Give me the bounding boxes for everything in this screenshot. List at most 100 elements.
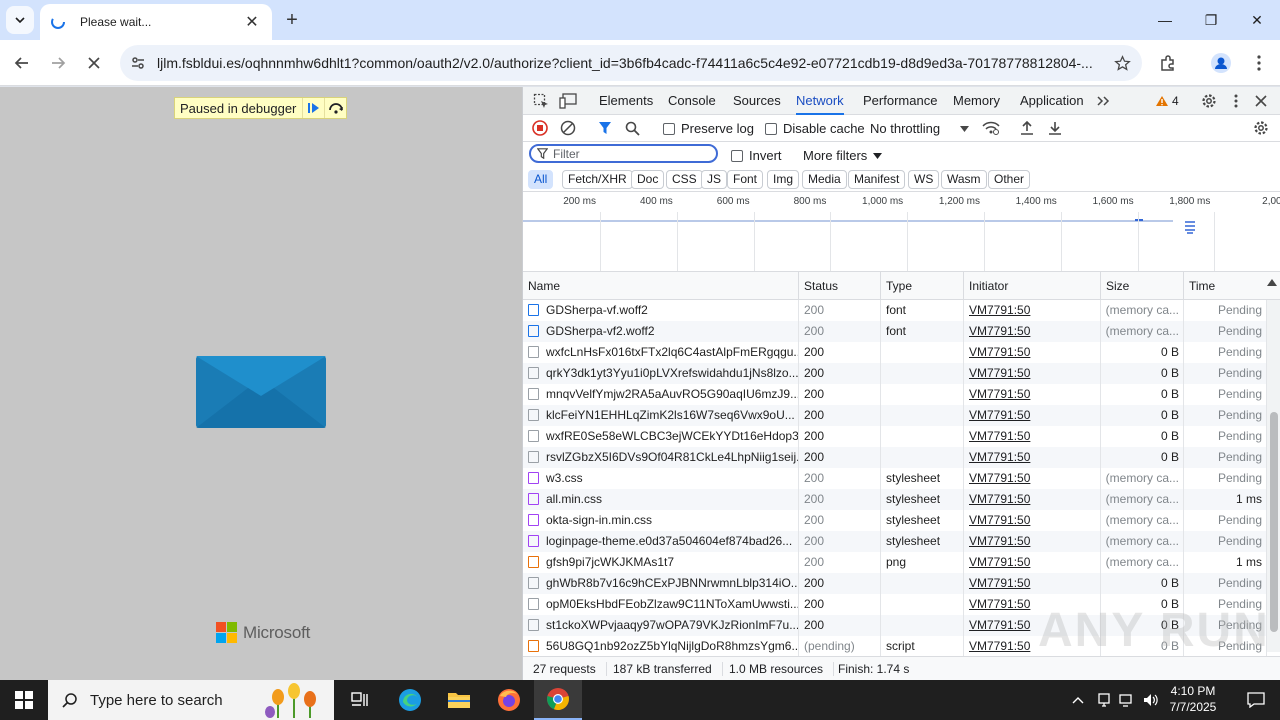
type-filter-doc[interactable]: Doc (631, 170, 665, 189)
type-filter-all[interactable]: All (528, 170, 554, 189)
type-filter-ws[interactable]: WS (908, 170, 940, 189)
cell-initiator-text[interactable]: VM7791:50 (969, 387, 1030, 401)
cell-initiator-text[interactable]: VM7791:50 (969, 618, 1030, 632)
cell-initiator-text[interactable]: VM7791:50 (969, 429, 1030, 443)
table-row[interactable]: qrkY3dk1yt3Yyu1i0pLVXrefswidahdu1jNs8lzo… (523, 363, 1267, 384)
table-row[interactable]: w3.css 200 stylesheet VM7791:50 (memory ca..… (523, 468, 1267, 489)
column-time[interactable]: Time (1184, 272, 1267, 300)
cell-initiator-text[interactable]: VM7791:50 (969, 597, 1030, 611)
cell-initiator[interactable]: VM7791:50 (964, 510, 1101, 531)
stop-recording-icon[interactable] (530, 118, 550, 138)
export-har-download-icon[interactable] (1045, 118, 1065, 138)
site-info-icon[interactable] (122, 55, 154, 71)
tab-search-button[interactable] (6, 6, 34, 34)
cell-initiator[interactable]: VM7791:50 (964, 573, 1101, 594)
type-filter-manifest[interactable]: Manifest (848, 170, 906, 189)
table-row[interactable]: ghWbR8b7v16c9hCExPJBNNrwmnLblp314iO... 20… (523, 573, 1267, 594)
minimize-button[interactable]: — (1142, 0, 1188, 40)
task-view-button[interactable] (336, 680, 384, 720)
filter-input[interactable]: Filter (529, 144, 718, 163)
network-conditions-wifi-icon[interactable] (981, 118, 1001, 138)
preserve-log-checkbox[interactable]: Preserve log (663, 121, 754, 136)
cell-initiator[interactable]: VM7791:50 (964, 342, 1101, 363)
cell-initiator[interactable]: VM7791:50 (964, 447, 1101, 468)
profile-button[interactable] (1207, 49, 1235, 77)
restore-button[interactable]: ❐ (1188, 0, 1234, 40)
cell-initiator-text[interactable]: VM7791:50 (969, 324, 1030, 338)
cell-initiator-text[interactable]: VM7791:50 (969, 492, 1030, 506)
table-row[interactable]: GDSherpa-vf2.woff2 200 font VM7791:50 (memor… (523, 321, 1267, 342)
cell-initiator-text[interactable]: VM7791:50 (969, 639, 1030, 653)
network-tray-icon[interactable] (1115, 680, 1139, 720)
scrollbar-thumb[interactable] (1270, 412, 1278, 632)
table-row[interactable]: mnqvVelfYmjw2RA5aAuvRO5G90aqIU6mzJ9... 20… (523, 384, 1267, 405)
cell-initiator-text[interactable]: VM7791:50 (969, 303, 1030, 317)
type-filter-font[interactable]: Font (727, 170, 764, 189)
disable-cache-checkbox[interactable]: Disable cache (765, 121, 865, 136)
start-button[interactable] (0, 680, 48, 720)
back-button[interactable] (8, 49, 36, 77)
tab-elements[interactable]: Elements (599, 87, 653, 115)
new-tab-button[interactable]: + (280, 8, 304, 32)
device-tray-icon[interactable] (1092, 680, 1116, 720)
invert-checkbox[interactable]: Invert (731, 148, 782, 163)
table-row[interactable]: klcFeiYN1EHHLqZimK2ls16W7seq6Vwx9oU... 20… (523, 405, 1267, 426)
type-filter-fetch-xhr[interactable]: Fetch/XHR (562, 170, 633, 189)
firefox-taskbar-button[interactable] (485, 680, 533, 720)
cell-initiator-text[interactable]: VM7791:50 (969, 513, 1030, 527)
cell-initiator-text[interactable]: VM7791:50 (969, 366, 1030, 380)
more-vertical-icon[interactable] (1226, 91, 1246, 111)
close-tab-icon[interactable]: ✕ (242, 12, 262, 32)
resume-button[interactable] (302, 98, 324, 118)
table-scrollbar[interactable] (1267, 300, 1280, 652)
close-devtools-icon[interactable] (1251, 91, 1271, 111)
file-explorer-taskbar-button[interactable] (435, 680, 483, 720)
column-initiator[interactable]: Initiator (964, 272, 1101, 300)
cell-initiator[interactable]: VM7791:50 (964, 300, 1101, 321)
bookmark-star-icon[interactable] (1102, 54, 1142, 72)
table-row[interactable]: loginpage-theme.e0d37a504604ef874bad26..… (523, 531, 1267, 552)
more-filters-dropdown[interactable]: More filters (803, 148, 883, 163)
type-filter-media[interactable]: Media (802, 170, 847, 189)
type-filter-css[interactable]: CSS (666, 170, 703, 189)
extensions-button[interactable] (1154, 49, 1182, 77)
address-bar[interactable]: ljlm.fsbldui.es/oqhnnmhw6dhlt1?common/oa… (120, 45, 1142, 81)
tab-sources[interactable]: Sources (733, 87, 781, 115)
type-filter-img[interactable]: Img (767, 170, 800, 189)
cell-initiator-text[interactable]: VM7791:50 (969, 408, 1030, 422)
inspect-element-icon[interactable] (531, 91, 551, 111)
network-overview-timeline[interactable]: 200 ms 400 ms 600 ms 800 ms 1,000 ms 1,200 ms… (523, 192, 1280, 272)
type-filter-wasm[interactable]: Wasm (941, 170, 987, 189)
filter-funnel-icon[interactable] (595, 118, 615, 138)
browser-tab[interactable]: Please wait... ✕ (40, 4, 272, 40)
cell-initiator-text[interactable]: VM7791:50 (969, 345, 1030, 359)
tab-network[interactable]: Network (796, 87, 844, 115)
table-row[interactable]: wxfRE0Se58eWLCBC3ejWCEkYYDt16eHdop3... 20… (523, 426, 1267, 447)
tab-performance[interactable]: Performance (863, 87, 937, 115)
cell-initiator[interactable]: VM7791:50 (964, 405, 1101, 426)
cell-initiator[interactable]: VM7791:50 (964, 321, 1101, 342)
settings-gear-icon[interactable] (1199, 91, 1219, 111)
tab-console[interactable]: Console (668, 87, 716, 115)
clear-log-icon[interactable] (558, 118, 578, 138)
type-filter-js[interactable]: JS (701, 170, 728, 189)
cell-initiator-text[interactable]: VM7791:50 (969, 450, 1030, 464)
cell-initiator[interactable]: VM7791:50 (964, 489, 1101, 510)
cell-initiator[interactable]: VM7791:50 (964, 531, 1101, 552)
notifications-button[interactable] (1232, 680, 1280, 720)
edge-taskbar-button[interactable] (386, 680, 434, 720)
cell-initiator-text[interactable]: VM7791:50 (969, 555, 1030, 569)
table-row[interactable]: okta-sign-in.min.css 200 stylesheet VM7791:… (523, 510, 1267, 531)
search-icon[interactable] (622, 118, 642, 138)
tab-application[interactable]: Application (1020, 87, 1084, 115)
network-settings-gear-icon[interactable] (1251, 118, 1271, 138)
cell-initiator[interactable]: VM7791:50 (964, 468, 1101, 489)
cell-initiator[interactable]: VM7791:50 (964, 363, 1101, 384)
system-clock[interactable]: 4:10 PM 7/7/2025 (1160, 683, 1226, 715)
column-type[interactable]: Type (881, 272, 964, 300)
table-row[interactable]: all.min.css 200 stylesheet VM7791:50 (memory… (523, 489, 1267, 510)
table-row[interactable]: gfsh9pi7jcWKJKMAs1t7 200 png VM7791:50 (memo… (523, 552, 1267, 573)
cell-initiator[interactable]: VM7791:50 (964, 384, 1101, 405)
close-window-button[interactable]: ✕ (1234, 0, 1280, 40)
cell-initiator-text[interactable]: VM7791:50 (969, 534, 1030, 548)
